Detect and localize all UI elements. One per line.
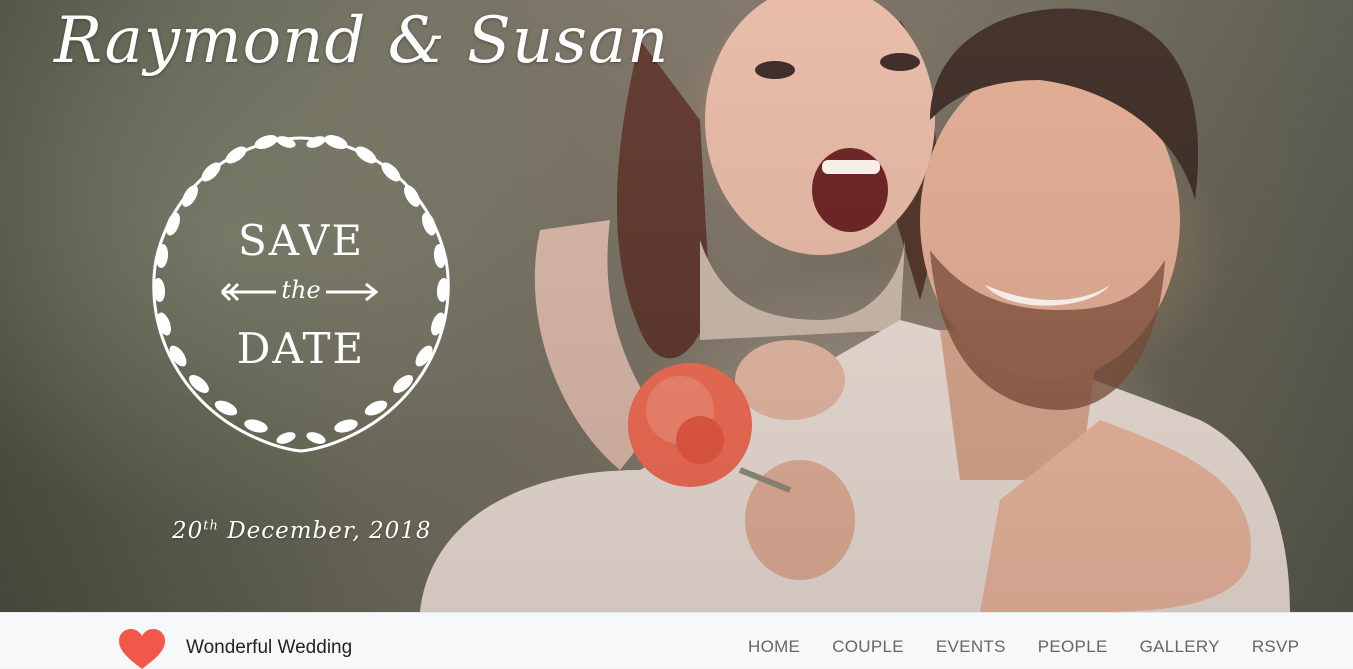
nav-events-link[interactable]: EVENTS <box>936 637 1006 657</box>
brand-name[interactable]: Wonderful Wedding <box>186 637 352 659</box>
date-word: DATE <box>236 324 366 373</box>
heart-icon[interactable] <box>119 629 165 669</box>
main-navbar: Wonderful Wedding HOME COUPLE EVENTS PEO… <box>0 612 1353 669</box>
date-day: 20 <box>172 518 204 544</box>
couple-title: Raymond & Susan <box>54 4 670 78</box>
save-the-date-badge: SAVE the DATE <box>126 120 476 470</box>
hero-banner: Raymond & Susan SAVE the DATE 20th Decem… <box>0 0 1353 612</box>
save-word: SAVE <box>237 216 364 265</box>
nav-links: HOME COUPLE EVENTS PEOPLE GALLERY RSVP <box>748 637 1299 657</box>
nav-people-link[interactable]: PEOPLE <box>1038 637 1108 657</box>
nav-couple-link[interactable]: COUPLE <box>832 637 904 657</box>
date-suffix: th <box>203 518 219 534</box>
the-word: the <box>281 276 321 304</box>
nav-gallery-link[interactable]: GALLERY <box>1140 637 1220 657</box>
wedding-date: 20th December, 2018 <box>172 518 432 544</box>
nav-rsvp-link[interactable]: RSVP <box>1252 637 1300 657</box>
nav-home-link[interactable]: HOME <box>748 637 800 657</box>
date-month-year: December, 2018 <box>227 518 432 544</box>
